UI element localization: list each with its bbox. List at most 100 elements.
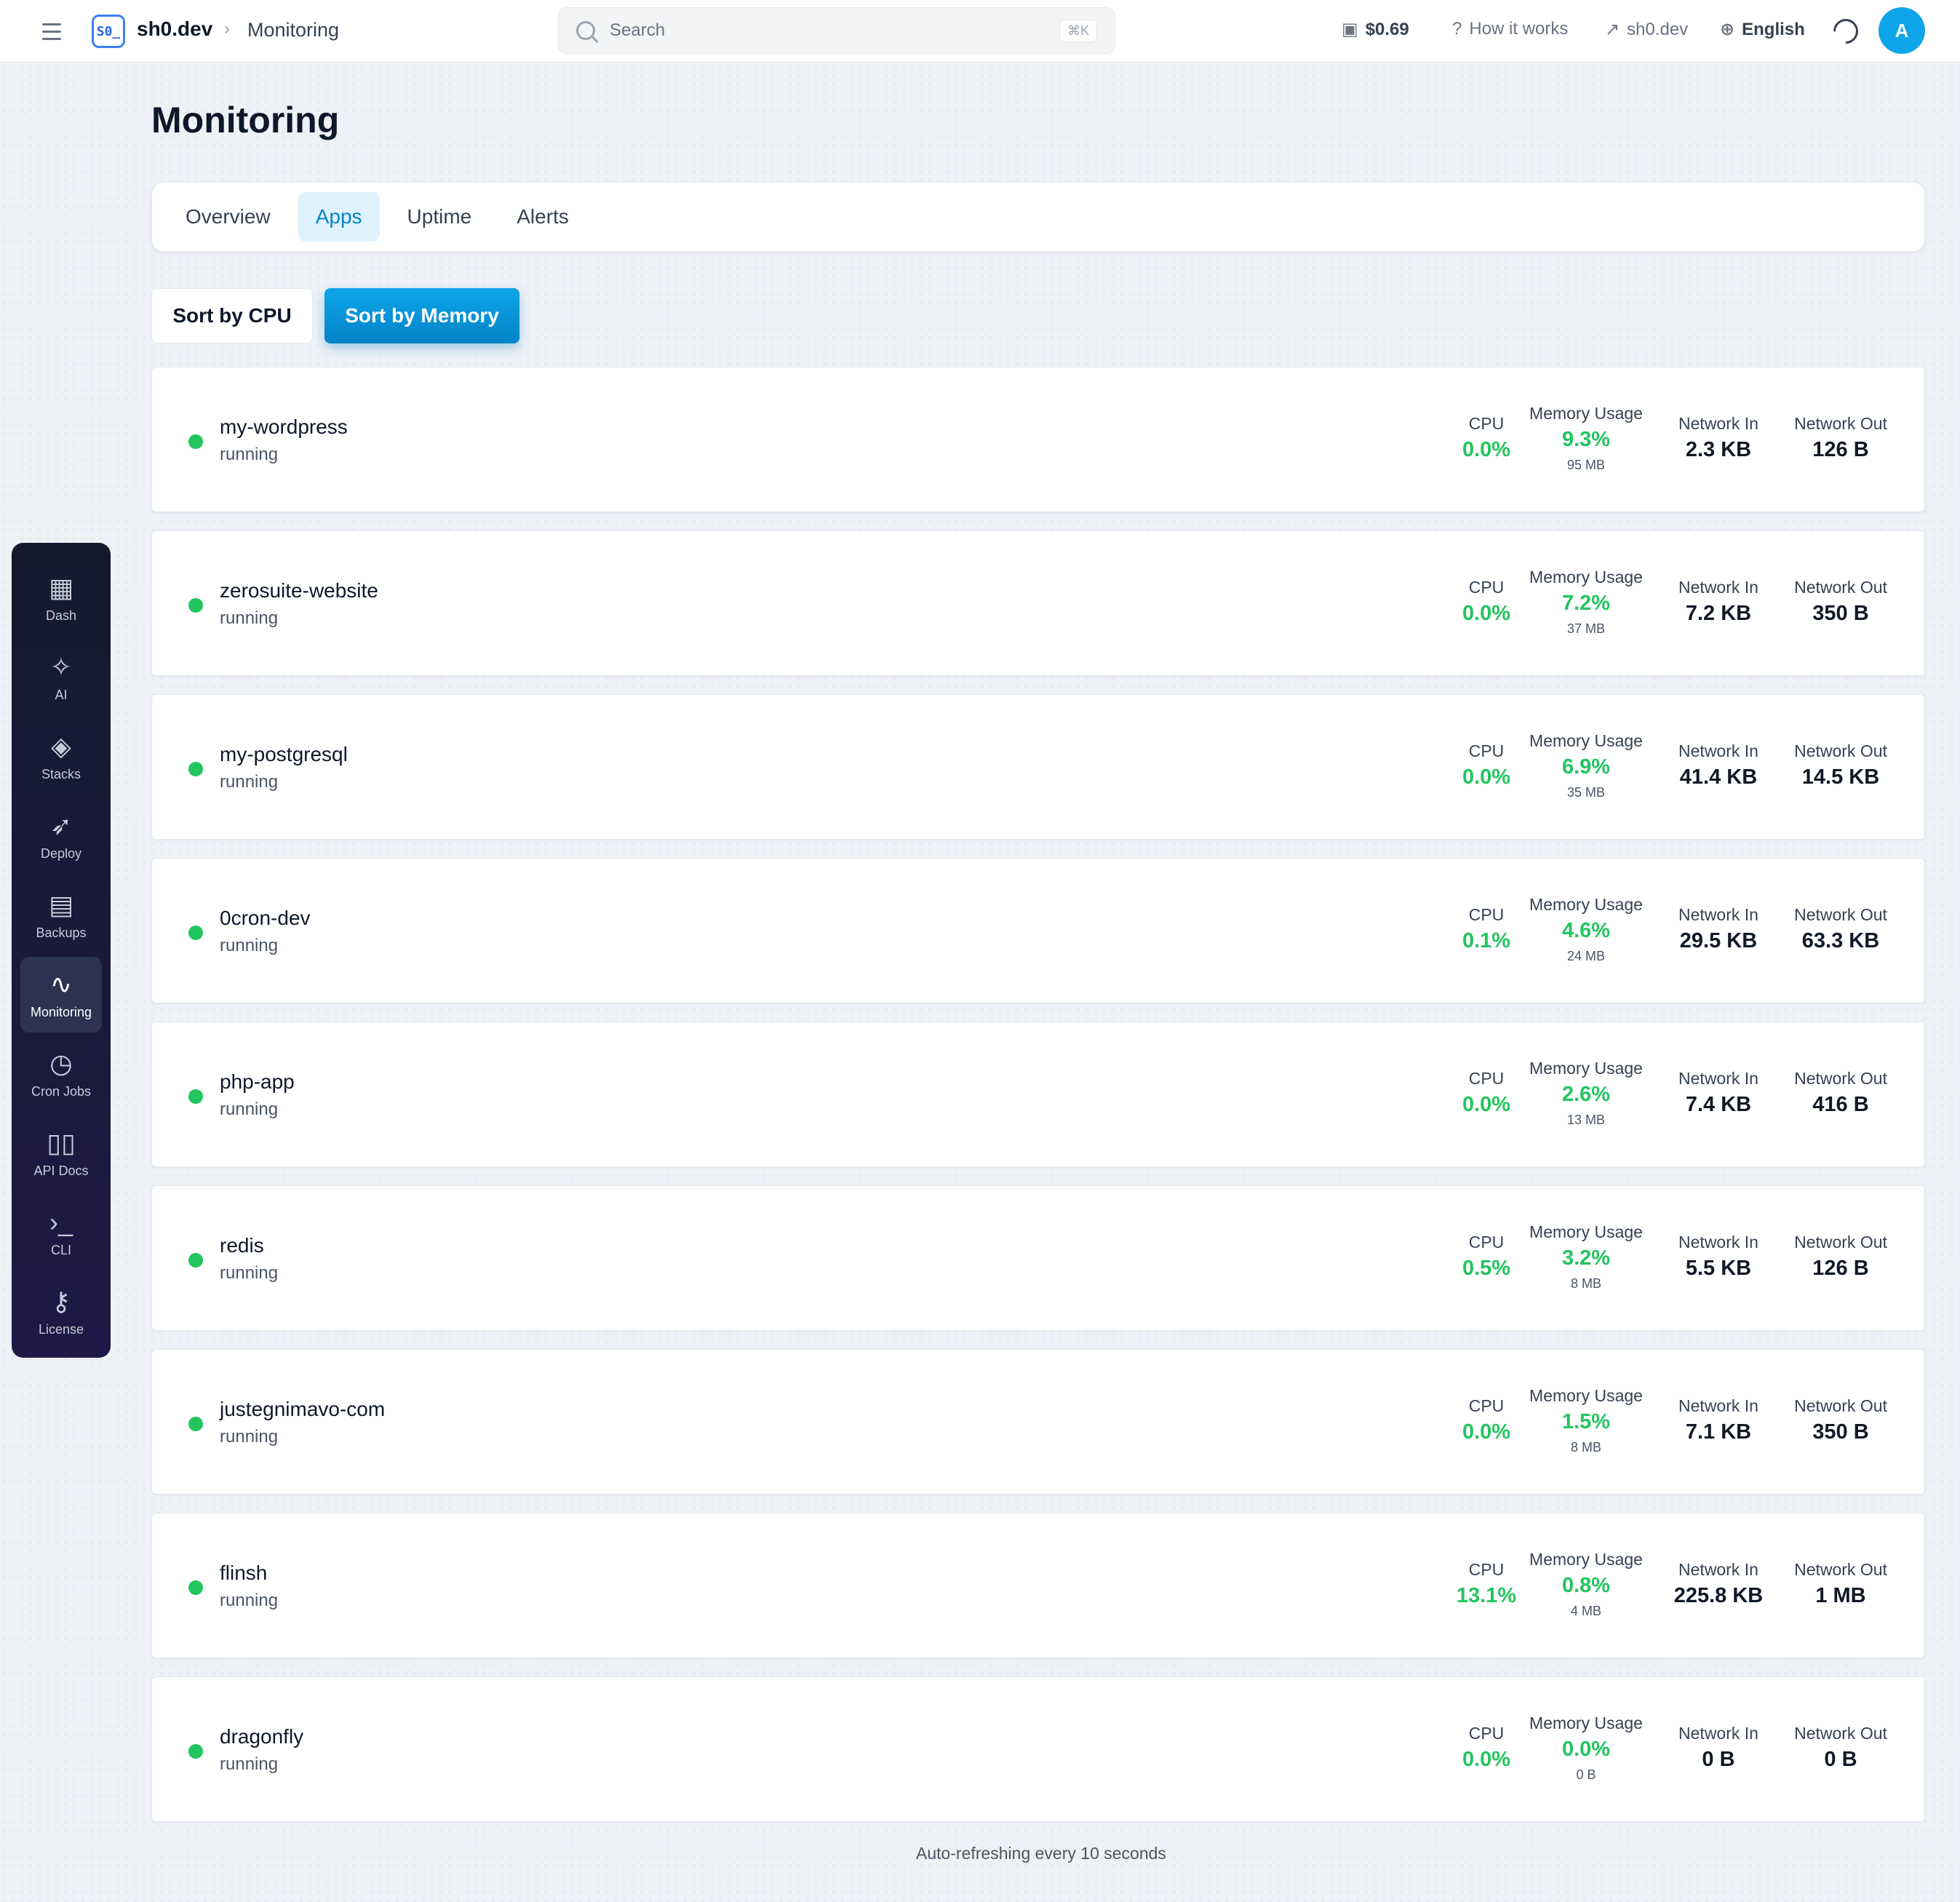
network-out-label: Network Out (1794, 578, 1887, 597)
brand-name[interactable]: sh0.dev (137, 17, 212, 41)
status-dot (188, 1744, 203, 1759)
status-dot (188, 1253, 203, 1268)
sidebar-item-cron-jobs[interactable]: ◷ Cron Jobs (20, 1036, 102, 1112)
network-out-value: 416 B (1812, 1093, 1869, 1116)
balance-button[interactable]: ▣ $0.69 (1342, 19, 1409, 40)
app-name[interactable]: php-app (220, 1070, 295, 1094)
status-dot (188, 926, 203, 940)
app-card[interactable]: dragonfly running CPU 0.0% Memory Usage … (151, 1676, 1925, 1822)
tab-uptime[interactable]: Uptime (390, 192, 490, 242)
network-out-value: 14.5 KB (1801, 765, 1880, 789)
network-in-label: Network In (1678, 1724, 1758, 1743)
avatar[interactable]: A (1879, 7, 1925, 54)
moon-icon[interactable] (1828, 13, 1864, 49)
memory-absolute: 8 MB (1570, 1276, 1601, 1291)
tab-apps[interactable]: Apps (298, 192, 380, 242)
status-dot (188, 1580, 203, 1595)
memory-label: Memory Usage (1529, 1714, 1643, 1732)
app-card[interactable]: php-app running CPU 0.0% Memory Usage 2.… (151, 1022, 1925, 1167)
network-in-value: 2.3 KB (1685, 438, 1752, 461)
app-name[interactable]: dragonfly (220, 1725, 303, 1748)
cpu-metric: CPU 0.1% (1443, 905, 1530, 953)
logo-icon[interactable]: S0_ (92, 15, 125, 48)
app-card[interactable]: justegnimavo-com running CPU 0.0% Memory… (151, 1349, 1925, 1495)
sort-by-cpu-button[interactable]: Sort by CPU (151, 288, 313, 343)
sidebar: ▦ Dash ✧ AI ◈ Stacks ➶ Deploy ▤ Backups ∿ Monitorin… (12, 543, 111, 1358)
sidebar-item-cli[interactable]: ›_ CLI (20, 1195, 102, 1270)
status-dot (188, 598, 203, 613)
cpu-label: CPU (1468, 741, 1505, 760)
cpu-metric: CPU 0.5% (1443, 1233, 1530, 1281)
sidebar-item-stacks[interactable]: ◈ Stacks (20, 719, 102, 795)
cpu-label: CPU (1468, 1560, 1505, 1579)
memory-percent: 3.2% (1561, 1246, 1611, 1270)
app-name[interactable]: redis (220, 1234, 264, 1257)
app-card[interactable]: zerosuite-website running CPU 0.0% Memor… (151, 530, 1925, 676)
app-card[interactable]: redis running CPU 0.5% Memory Usage 3.2%… (151, 1185, 1925, 1331)
app-name[interactable]: flinsh (220, 1561, 267, 1585)
search-input[interactable]: Search ⌘K (558, 7, 1115, 54)
app-name[interactable]: 0cron-dev (220, 907, 311, 930)
app-name[interactable]: my-postgresql (220, 743, 348, 766)
status-dot (188, 762, 203, 776)
language-selector[interactable]: ⊕ English (1720, 19, 1805, 40)
tab-overview[interactable]: Overview (168, 192, 288, 242)
sidebar-item-api-docs[interactable]: ▯▯ API Docs (20, 1115, 102, 1191)
sidebar-item-monitoring[interactable]: ∿ Monitoring (20, 957, 102, 1032)
network-out-label: Network Out (1794, 1069, 1887, 1088)
layers-icon: ◈ (51, 731, 71, 761)
app-name[interactable]: my-wordpress (220, 415, 348, 439)
network-in-value: 7.4 KB (1685, 1093, 1752, 1116)
memory-label: Memory Usage (1529, 1059, 1643, 1078)
sidebar-item-label: Backups (36, 925, 87, 940)
network-in-label: Network In (1678, 414, 1758, 433)
cpu-value: 0.0% (1462, 1093, 1511, 1116)
memory-percent: 4.6% (1561, 919, 1611, 942)
network-out-label: Network Out (1794, 1724, 1887, 1743)
app-card[interactable]: flinsh running CPU 13.1% Memory Usage 0.… (151, 1513, 1925, 1658)
how-it-works-link[interactable]: ? How it works (1452, 19, 1568, 39)
how-it-works-label: How it works (1469, 19, 1569, 39)
network-in-metric: Network In 7.1 KB (1664, 1396, 1773, 1444)
app-card[interactable]: 0cron-dev running CPU 0.1% Memory Usage … (151, 858, 1925, 1003)
network-out-value: 1 MB (1815, 1584, 1866, 1607)
app-name[interactable]: justegnimavo-com (220, 1398, 385, 1421)
sort-by-memory-button[interactable]: Sort by Memory (324, 288, 519, 343)
memory-percent: 0.0% (1561, 1738, 1611, 1761)
memory-percent: 7.2% (1561, 592, 1611, 615)
network-in-label: Network In (1678, 1069, 1758, 1088)
sidebar-item-dash[interactable]: ▦ Dash (20, 560, 102, 636)
sidebar-item-backups[interactable]: ▤ Backups (20, 878, 102, 953)
archive-icon: ▤ (48, 889, 73, 920)
app-card[interactable]: my-postgresql running CPU 0.0% Memory Us… (151, 694, 1925, 840)
app-status: running (220, 1263, 279, 1283)
network-out-value: 350 B (1812, 1420, 1869, 1444)
sidebar-item-label: Deploy (40, 845, 82, 861)
menu-icon[interactable] (42, 19, 68, 44)
search-placeholder: Search (610, 20, 666, 40)
network-out-value: 126 B (1812, 1257, 1869, 1280)
external-site-link[interactable]: ↗ sh0.dev (1605, 19, 1688, 40)
sidebar-item-license[interactable]: ⚷ License (20, 1274, 102, 1350)
app-name[interactable]: zerosuite-website (220, 579, 378, 602)
cpu-value: 0.5% (1462, 1257, 1511, 1280)
status-dot (188, 434, 203, 449)
memory-absolute: 24 MB (1566, 949, 1606, 963)
cpu-metric: CPU 0.0% (1443, 1396, 1530, 1444)
network-in-label: Network In (1678, 1396, 1758, 1415)
tab-alerts[interactable]: Alerts (499, 192, 586, 242)
sidebar-item-deploy[interactable]: ➶ Deploy (20, 798, 102, 874)
app-status: running (220, 936, 279, 955)
memory-percent: 1.5% (1561, 1410, 1611, 1433)
clock-icon: ◷ (49, 1048, 73, 1078)
sidebar-item-ai[interactable]: ✧ AI (20, 640, 102, 715)
network-out-value: 63.3 KB (1801, 929, 1880, 952)
cpu-label: CPU (1468, 905, 1505, 924)
terminal-icon: ›_ (49, 1206, 73, 1237)
memory-metric: Memory Usage 2.6% 13 MB (1524, 1059, 1648, 1128)
network-in-value: 7.1 KB (1685, 1420, 1752, 1444)
app-card[interactable]: my-wordpress running CPU 0.0% Memory Usa… (151, 367, 1925, 512)
memory-absolute: 37 MB (1566, 621, 1606, 636)
search-shortcut: ⌘K (1059, 19, 1097, 42)
page-title: Monitoring (151, 100, 340, 140)
